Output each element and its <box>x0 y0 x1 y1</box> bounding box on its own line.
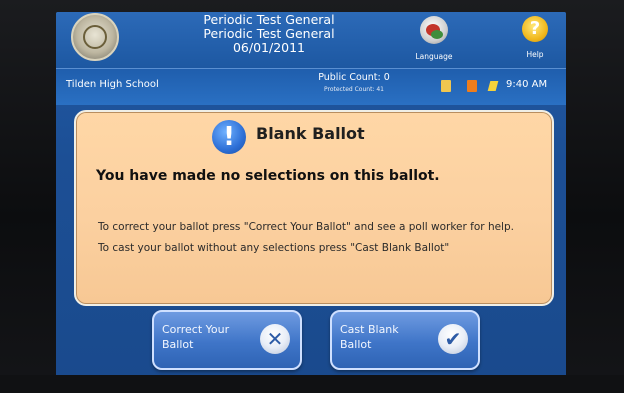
seal-emblem <box>83 25 107 49</box>
x-icon: ✕ <box>260 324 290 354</box>
power-status-icon <box>487 81 499 91</box>
seal-icon <box>71 13 119 61</box>
checkmark-icon: ✔ <box>438 324 468 354</box>
memory-card-status-icon <box>467 80 477 92</box>
top-bar: Periodic Test General Periodic Test Gene… <box>56 12 566 68</box>
device-bottom-edge <box>0 375 624 393</box>
help-label: Help <box>526 50 544 59</box>
dialog-title: Blank Ballot <box>256 124 365 143</box>
voting-screen: Periodic Test General Periodic Test Gene… <box>56 12 566 378</box>
protected-count: Protected Count: 41 <box>323 86 384 93</box>
language-label: Language <box>415 52 453 61</box>
correct-button-label: Correct Your Ballot <box>162 322 258 352</box>
printer-status-icon <box>441 80 451 92</box>
public-count: Public Count: 0 <box>318 72 390 83</box>
clock: 9:40 AM <box>506 79 548 90</box>
info-exclamation-icon: ! <box>212 120 246 154</box>
title-line-1: Periodic Test General <box>203 12 335 27</box>
dialog-body-correct: To correct your ballot press "Correct Yo… <box>98 221 514 233</box>
dialog-body: To correct your ballot press "Correct Yo… <box>98 220 530 255</box>
election-title: Periodic Test General Periodic Test Gene… <box>174 13 364 55</box>
language-button[interactable]: Language <box>412 16 456 66</box>
help-question-icon: ? <box>522 16 548 42</box>
correct-label-line-2: Ballot <box>162 338 194 351</box>
dialog-body-cast: To cast your ballot without any selectio… <box>98 242 450 254</box>
dialog-headline: You have made no selections on this ball… <box>96 168 440 184</box>
correct-your-ballot-button[interactable]: Correct Your Ballot ✕ <box>152 310 302 370</box>
cast-blank-ballot-button[interactable]: Cast Blank Ballot ✔ <box>330 310 480 370</box>
language-globe-icon <box>420 16 448 44</box>
blank-ballot-dialog: ! Blank Ballot You have made no selectio… <box>74 110 554 306</box>
cast-label-line-2: Ballot <box>340 338 372 351</box>
cast-label-line-1: Cast Blank <box>340 323 399 336</box>
correct-label-line-1: Correct Your <box>162 323 230 336</box>
polling-location: Tilden High School <box>66 79 159 90</box>
help-button[interactable]: ? Help <box>518 16 552 66</box>
title-line-2: Periodic Test General <box>203 26 335 41</box>
status-bar: Tilden High School Public Count: 0 Prote… <box>56 68 566 105</box>
election-date: 06/01/2011 <box>232 40 306 55</box>
cast-button-label: Cast Blank Ballot <box>340 322 436 352</box>
